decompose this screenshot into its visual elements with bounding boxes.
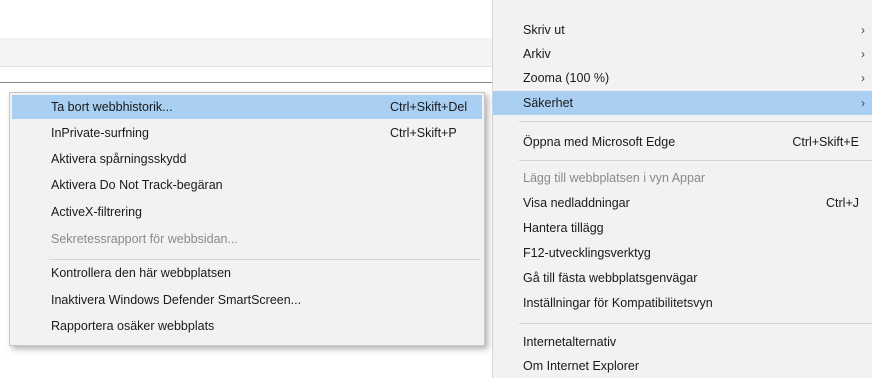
submenu-item-label: Aktivera Do Not Track-begäran: [51, 178, 223, 192]
menu-item-add-to-apps: Lägg till webbplatsen i vyn Appar: [493, 166, 872, 190]
submenu-item-label: InPrivate-surfning: [51, 126, 149, 140]
toolbar-divider: [0, 82, 492, 83]
menu-item-label: Internetalternativ: [523, 335, 617, 349]
menu-item-label: Inställningar för Kompatibilitetsvyn: [523, 296, 713, 310]
submenu-item-label: ActiveX-filtrering: [51, 205, 142, 219]
shortcut-text: Ctrl+Skift+E: [792, 135, 859, 149]
shortcut-text: Ctrl+Skift+P: [390, 126, 457, 140]
menu-item-f12-devtools[interactable]: F12-utvecklingsverktyg: [493, 241, 872, 265]
menu-item-label: Zooma (100 %): [523, 71, 610, 85]
chevron-right-icon: ›: [861, 96, 865, 110]
submenu-item-activex-filtering[interactable]: ActiveX-filtrering: [10, 200, 484, 224]
menu-item-open-with-edge[interactable]: Öppna med Microsoft Edge Ctrl+Skift+E: [493, 130, 872, 154]
shortcut-text: Ctrl+J: [826, 196, 859, 210]
tools-menu: Skriv ut › Arkiv › Zooma (100 %) › Säker…: [492, 0, 872, 378]
submenu-item-tracking-protection[interactable]: Aktivera spårningsskydd: [10, 147, 484, 171]
submenu-item-do-not-track[interactable]: Aktivera Do Not Track-begäran: [10, 173, 484, 197]
submenu-item-delete-history[interactable]: Ta bort webbhistorik... Ctrl+Skift+Del: [12, 95, 482, 119]
menu-separator: [519, 160, 872, 161]
submenu-item-check-website[interactable]: Kontrollera den här webbplatsen: [10, 261, 484, 285]
shortcut-text: Ctrl+Skift+Del: [390, 100, 468, 114]
menu-item-view-downloads[interactable]: Visa nedladdningar Ctrl+J: [493, 191, 872, 215]
submenu-item-label: Kontrollera den här webbplatsen: [51, 266, 231, 280]
chevron-right-icon: ›: [861, 23, 865, 37]
menu-item-about-ie[interactable]: Om Internet Explorer: [493, 354, 872, 378]
browser-toolbar-area: [0, 38, 492, 67]
menu-separator: [49, 259, 480, 260]
menu-item-manage-addons[interactable]: Hantera tillägg: [493, 216, 872, 240]
menu-separator: [519, 121, 872, 122]
menu-item-label: Skriv ut: [523, 23, 565, 37]
menu-item-label: Säkerhet: [523, 96, 574, 110]
menu-item-compat-view-settings[interactable]: Inställningar för Kompatibilitetsvyn: [493, 291, 872, 315]
submenu-item-privacy-report: Sekretessrapport för webbsidan...: [10, 227, 484, 251]
menu-item-label: Lägg till webbplatsen i vyn Appar: [523, 171, 706, 185]
submenu-item-report-unsafe-site[interactable]: Rapportera osäker webbplats: [10, 314, 484, 338]
menu-item-security[interactable]: Säkerhet ›: [493, 91, 872, 115]
menu-item-pinned-shortcuts[interactable]: Gå till fästa webbplatsgenvägar: [493, 266, 872, 290]
menu-item-file[interactable]: Arkiv ›: [493, 42, 872, 66]
submenu-item-label: Inaktivera Windows Defender SmartScreen.…: [51, 293, 302, 307]
menu-item-print[interactable]: Skriv ut ›: [493, 18, 872, 42]
menu-item-label: Hantera tillägg: [523, 221, 604, 235]
security-submenu: Ta bort webbhistorik... Ctrl+Skift+Del I…: [9, 92, 485, 346]
submenu-item-label: Ta bort webbhistorik...: [51, 100, 173, 114]
menu-item-label: Om Internet Explorer: [523, 359, 640, 373]
menu-item-label: Visa nedladdningar: [523, 196, 630, 210]
submenu-item-disable-smartscreen[interactable]: Inaktivera Windows Defender SmartScreen.…: [10, 288, 484, 312]
menu-item-label: Gå till fästa webbplatsgenvägar: [523, 271, 698, 285]
chevron-right-icon: ›: [861, 47, 865, 61]
menu-item-zoom[interactable]: Zooma (100 %) ›: [493, 66, 872, 90]
menu-separator: [519, 323, 872, 324]
submenu-item-label: Rapportera osäker webbplats: [51, 319, 215, 333]
menu-item-label: Öppna med Microsoft Edge: [523, 135, 676, 149]
menu-item-label: F12-utvecklingsverktyg: [523, 246, 651, 260]
menu-item-label: Arkiv: [523, 47, 551, 61]
submenu-item-label: Sekretessrapport för webbsidan...: [51, 232, 238, 246]
chevron-right-icon: ›: [861, 71, 865, 85]
menu-item-internet-options[interactable]: Internetalternativ: [493, 330, 872, 354]
submenu-item-label: Aktivera spårningsskydd: [51, 152, 187, 166]
submenu-item-inprivate[interactable]: InPrivate-surfning Ctrl+Skift+P: [10, 121, 484, 145]
